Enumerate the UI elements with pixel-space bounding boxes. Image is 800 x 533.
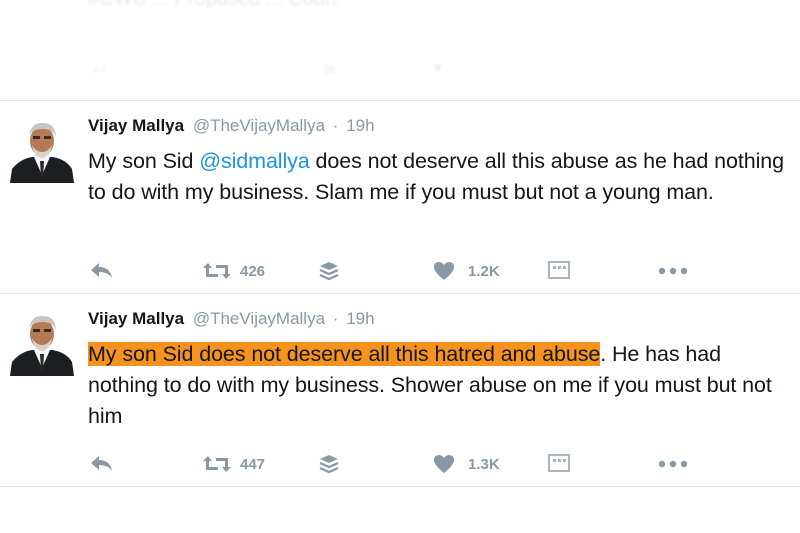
tweet-text-part: My son Sid	[88, 149, 200, 173]
mention-link[interactable]: @sidmallya	[199, 149, 310, 173]
tweet-header: Vijay Mallya @TheVijayMallya · 19h	[88, 116, 375, 136]
stack-button[interactable]	[318, 449, 340, 479]
retweet-icon	[203, 263, 231, 279]
tweet[interactable]: Vijay Mallya @TheVijayMallya · 19h My so…	[0, 294, 800, 486]
more-button[interactable]	[658, 256, 688, 286]
stack-icon[interactable]: ≋	[323, 60, 336, 80]
previous-tweet-text: #CWC ... Proposed ... Court	[88, 0, 337, 11]
like-button[interactable]: 1.2K	[433, 256, 500, 286]
avatar[interactable]	[10, 312, 74, 376]
like-count: 1.3K	[468, 455, 500, 473]
retweet-count: 426	[240, 262, 266, 280]
timestamp[interactable]: 19h	[346, 116, 374, 135]
like-count: 1.2K	[468, 262, 500, 280]
author-name[interactable]: Vijay Mallya	[88, 116, 184, 135]
reply-icon	[91, 263, 112, 278]
separator: ·	[332, 116, 339, 135]
analytics-icon	[548, 454, 570, 472]
reply-icon	[91, 456, 112, 471]
author-name[interactable]: Vijay Mallya	[88, 309, 184, 328]
heart-icon	[434, 455, 454, 473]
author-handle[interactable]: @TheVijayMallya	[193, 116, 325, 135]
analytics-button[interactable]	[548, 449, 570, 479]
tweet-text: My son Sid does not deserve all this hat…	[88, 339, 788, 432]
retweet-button[interactable]: 447	[202, 449, 265, 479]
stack-icon	[319, 455, 339, 474]
heart-icon	[434, 262, 454, 280]
like-button[interactable]: 1.3K	[433, 449, 500, 479]
highlighted-text: My son Sid does not deserve all this hat…	[88, 342, 601, 366]
author-handle[interactable]: @TheVijayMallya	[193, 309, 325, 328]
previous-tweet: #CWC ... Proposed ... Court ↩ ≋ ♥	[0, 0, 800, 100]
retweet-count: 447	[240, 455, 266, 473]
tweet-actions: 426 1.2K	[88, 256, 708, 286]
analytics-icon	[548, 261, 570, 279]
reply-button[interactable]	[90, 256, 114, 286]
more-button[interactable]	[658, 449, 688, 479]
retweet-button[interactable]: 426	[202, 256, 265, 286]
reply-icon[interactable]: ↩	[93, 60, 106, 80]
tweet-text: My son Sid @sidmallya does not deserve a…	[88, 146, 788, 208]
more-dots-icon	[658, 460, 688, 468]
like-icon[interactable]: ♥	[433, 60, 443, 78]
separator: ·	[332, 309, 339, 328]
tweet[interactable]: Vijay Mallya @TheVijayMallya · 19h My so…	[0, 101, 800, 293]
reply-button[interactable]	[90, 449, 114, 479]
more-dots-icon	[658, 267, 688, 275]
tweet-actions: 447 1.3K	[88, 449, 708, 479]
tweet-header: Vijay Mallya @TheVijayMallya · 19h	[88, 309, 375, 329]
retweet-icon	[203, 456, 231, 472]
previous-tweet-actions: ↩ ≋ ♥	[88, 60, 688, 80]
analytics-button[interactable]	[548, 256, 570, 286]
avatar[interactable]	[10, 119, 74, 183]
divider	[0, 486, 800, 487]
stack-button[interactable]	[318, 256, 340, 286]
stack-icon	[319, 262, 339, 281]
timestamp[interactable]: 19h	[346, 309, 374, 328]
